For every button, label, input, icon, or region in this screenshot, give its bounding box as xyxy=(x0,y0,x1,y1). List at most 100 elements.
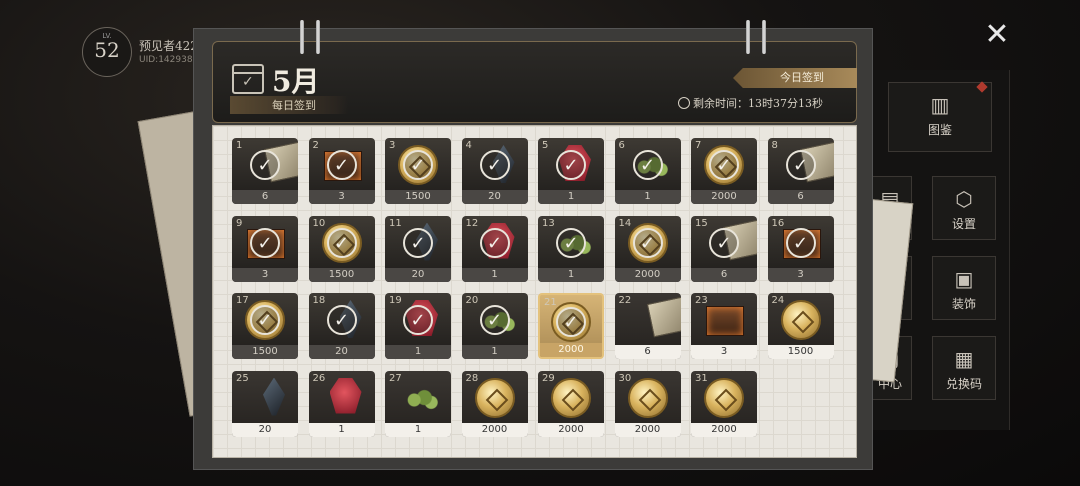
reward-amount: 1 xyxy=(308,422,375,437)
reward-amount: 1 xyxy=(538,190,604,204)
day-number: 31 xyxy=(695,372,708,384)
reward-amount: 1 xyxy=(385,422,451,437)
day-number: 24 xyxy=(771,295,785,306)
daily-signin-label: 每日签到 xyxy=(272,99,316,112)
day-cell-19[interactable]: 19 ✓ 1 xyxy=(385,293,451,359)
day-cell-31[interactable]: 31 2000 xyxy=(691,370,757,437)
claimed-check-icon: ✓ xyxy=(479,227,510,258)
day-number: 8 xyxy=(771,140,778,151)
herb-icon xyxy=(404,387,438,412)
chest-icon xyxy=(706,306,744,336)
day-cell-22[interactable]: 22 6 xyxy=(614,293,681,359)
day-cell-1[interactable]: 1 ✓ 6 xyxy=(232,138,298,204)
reward-amount: 1 xyxy=(538,267,604,282)
tujian-button[interactable]: ▥ 图鉴 xyxy=(888,82,992,152)
day-cell-11[interactable]: 11 ✓ 20 xyxy=(385,215,451,282)
day-cell-13[interactable]: 13 ✓ 1 xyxy=(538,215,604,282)
day-number: 7 xyxy=(695,140,702,151)
day-number: 9 xyxy=(236,217,243,229)
day-cell-24[interactable]: 24 1500 xyxy=(767,293,834,359)
day-number: 14 xyxy=(618,217,632,229)
day-cell-20[interactable]: 20 ✓ 1 xyxy=(461,293,528,359)
day-cell-5[interactable]: 5 ✓ 1 xyxy=(538,138,604,204)
reward-amount: 20 xyxy=(232,422,298,437)
day-cell-29[interactable]: 29 2000 xyxy=(538,370,604,437)
player-uid: UID:142938 xyxy=(139,55,193,65)
decor-button[interactable]: ▣ 装饰 xyxy=(932,256,996,320)
claimed-check-icon: ✓ xyxy=(403,305,433,335)
day-cell-12[interactable]: 12 ✓ 1 xyxy=(461,215,528,282)
player-name: 预见者4221 xyxy=(139,39,199,53)
bookshelf-icon: ▥ xyxy=(930,93,950,117)
reward-amount: 1 xyxy=(461,267,528,282)
day-cell-2[interactable]: 2 ✓ 3 xyxy=(308,138,375,204)
day-number: 5 xyxy=(542,140,549,151)
day-cell-21[interactable]: 21 ✓ 2000 xyxy=(538,293,604,359)
claimed-check-icon: ✓ xyxy=(632,150,663,180)
reward-amount: 1 xyxy=(614,190,681,204)
gear-icon: ⬡ xyxy=(955,187,973,211)
day-number: 28 xyxy=(465,372,479,384)
day-number: 19 xyxy=(389,295,402,306)
day-cell-26[interactable]: 26 1 xyxy=(308,370,375,437)
reward-amount: 20 xyxy=(461,190,528,204)
reward-amount: 3 xyxy=(308,190,375,204)
today-signin-button[interactable]: 今日签到 xyxy=(733,68,857,88)
remaining-time: 剩余时间：13时37分13秒 xyxy=(678,95,823,111)
day-number: 26 xyxy=(312,372,326,384)
day-number: 18 xyxy=(312,295,326,306)
reward-amount: 6 xyxy=(614,345,681,359)
decor-label: 装饰 xyxy=(951,297,976,311)
day-cell-6[interactable]: 6 ✓ 1 xyxy=(614,138,681,204)
day-number: 15 xyxy=(695,217,708,229)
day-cell-23[interactable]: 23 3 xyxy=(691,293,757,359)
claimed-check-icon: ✓ xyxy=(709,150,739,180)
calendar-icon: ✓ xyxy=(232,64,264,94)
reward-amount: 1 xyxy=(461,345,528,359)
book-icon xyxy=(646,296,681,338)
day-cell-3[interactable]: 3 ✓ 1500 xyxy=(385,138,451,204)
day-number: 22 xyxy=(618,295,632,306)
coin-icon xyxy=(780,300,821,340)
day-cell-9[interactable]: 9 ✓ 3 xyxy=(232,215,298,282)
day-cell-8[interactable]: 8 ✓ 6 xyxy=(767,138,834,204)
reward-amount: 6 xyxy=(691,267,757,282)
day-number: 17 xyxy=(236,295,249,306)
reward-amount: 1 xyxy=(385,345,451,359)
redeem-button[interactable]: ▦ 兑换码 xyxy=(932,336,996,400)
reward-amount: 2000 xyxy=(691,422,757,437)
day-number: 21 xyxy=(544,297,557,308)
claimed-check-icon: ✓ xyxy=(556,227,586,258)
day-cell-28[interactable]: 28 2000 xyxy=(461,370,528,437)
reward-amount: 3 xyxy=(691,345,757,359)
reward-amount: 2000 xyxy=(538,422,604,437)
day-cell-10[interactable]: 10 ✓ 1500 xyxy=(308,215,375,282)
claimed-check-icon: ✓ xyxy=(479,305,510,335)
reward-amount: 1500 xyxy=(232,345,298,359)
claimed-check-icon: ✓ xyxy=(250,227,280,258)
gem-red-icon xyxy=(329,377,362,414)
reward-amount: 6 xyxy=(767,190,834,204)
coin-icon xyxy=(551,377,591,418)
day-cell-15[interactable]: 15 ✓ 6 xyxy=(691,215,757,282)
close-button[interactable]: ✕ xyxy=(982,20,1012,50)
clock-icon xyxy=(678,97,690,109)
day-cell-17[interactable]: 17 ✓ 1500 xyxy=(232,293,298,359)
reward-amount: 20 xyxy=(385,267,451,282)
day-cell-18[interactable]: 18 ✓ 20 xyxy=(308,293,375,359)
binder-ring-icon xyxy=(762,20,766,54)
day-number: 25 xyxy=(236,372,249,384)
day-cell-4[interactable]: 4 ✓ 20 xyxy=(461,138,528,204)
claimed-check-icon: ✓ xyxy=(632,227,663,258)
tujian-label: 图鉴 xyxy=(927,123,952,137)
binder-ring-icon xyxy=(316,20,320,54)
day-cell-25[interactable]: 25 20 xyxy=(232,370,298,437)
claimed-check-icon: ✓ xyxy=(403,150,433,180)
claimed-check-icon: ✓ xyxy=(403,227,433,258)
day-cell-27[interactable]: 27 1 xyxy=(385,370,451,437)
settings-button[interactable]: ⬡ 设置 xyxy=(932,176,996,240)
day-cell-16[interactable]: 16 ✓ 3 xyxy=(767,215,834,282)
day-cell-14[interactable]: 14 ✓ 2000 xyxy=(614,215,681,282)
day-cell-7[interactable]: 7 ✓ 2000 xyxy=(691,138,757,204)
day-cell-30[interactable]: 30 2000 xyxy=(614,370,681,437)
